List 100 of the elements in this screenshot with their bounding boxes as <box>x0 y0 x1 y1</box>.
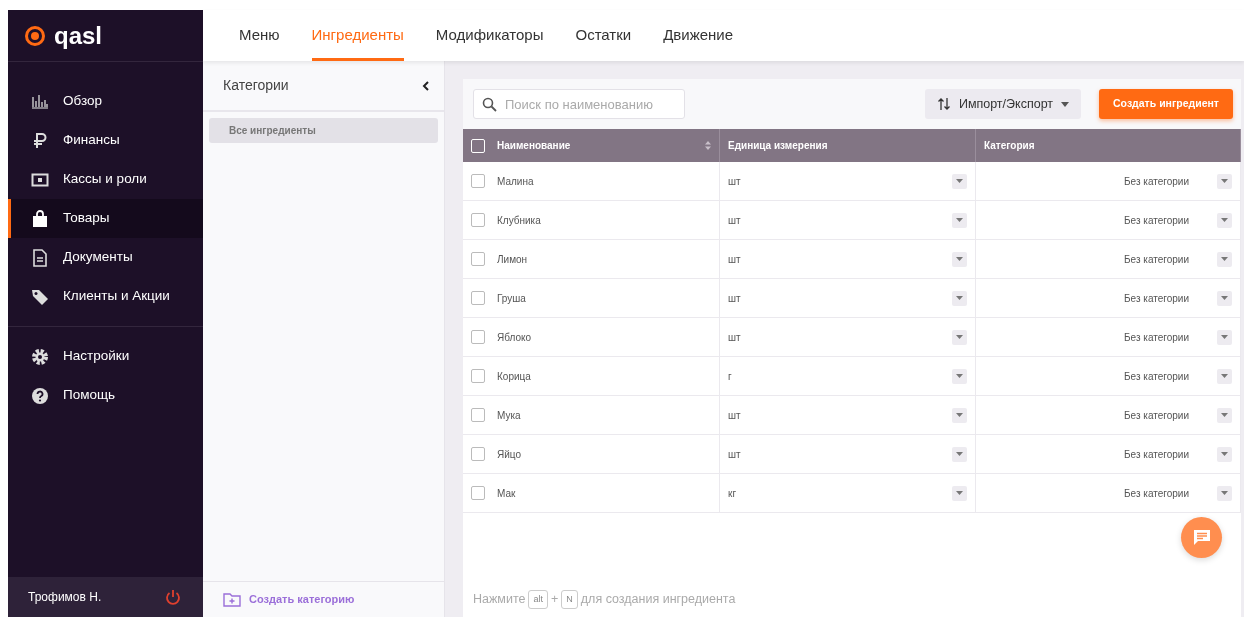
table-cell-text: шт <box>728 174 741 189</box>
logo-icon <box>24 24 46 47</box>
table-cell-text: шт <box>728 291 741 306</box>
import-export-button[interactable]: Импорт/Экспорт <box>924 89 1082 119</box>
dropdown-button[interactable] <box>1217 485 1232 501</box>
sort-arrows-icon <box>936 97 951 111</box>
user-name: Трофимов Н. <box>28 589 102 606</box>
hint-text: Нажмите <box>473 590 526 608</box>
bag-icon <box>31 209 49 228</box>
dropdown-button[interactable] <box>952 290 967 306</box>
table-cell-text: Малина <box>497 174 534 189</box>
caret-icon <box>1221 491 1228 495</box>
table-cell-text: Без категории <box>1124 447 1189 462</box>
tab[interactable]: Модификаторы <box>435 10 544 61</box>
sidebar-item[interactable]: Финансы <box>8 121 203 160</box>
column-header: Наименование <box>497 139 571 153</box>
table-cell-text: шт <box>728 408 741 423</box>
dropdown-button[interactable] <box>1217 251 1232 267</box>
folder-add-icon <box>223 592 241 607</box>
tab[interactable]: Движение <box>663 10 734 61</box>
checkbox[interactable] <box>471 408 485 422</box>
sidebar-item[interactable]: Клиенты и Акции <box>8 277 203 316</box>
table-cell-text: Без категории <box>1124 330 1189 345</box>
sidebar-item[interactable]: Помощь <box>8 376 203 415</box>
search-icon <box>482 97 497 112</box>
dropdown-button[interactable] <box>952 212 967 228</box>
caret-icon <box>1221 257 1228 261</box>
table-cell-text: Без категории <box>1124 291 1189 306</box>
document-icon <box>31 248 49 267</box>
caret-icon <box>956 296 963 300</box>
dropdown-button[interactable] <box>1217 212 1232 228</box>
dropdown-button[interactable] <box>952 329 967 345</box>
dropdown-button[interactable] <box>1217 173 1232 189</box>
table-cell-text: Мак <box>497 486 516 501</box>
caret-icon <box>956 491 963 495</box>
column-header: Категория <box>984 139 1035 153</box>
logo-text: qasl <box>54 23 103 48</box>
caret-icon <box>956 257 963 261</box>
checkbox[interactable] <box>471 447 485 461</box>
table-cell-text: Без категории <box>1124 486 1189 501</box>
sidebar-item[interactable]: Товары <box>8 199 203 238</box>
caret-icon <box>956 218 963 222</box>
table-cell-text: Без категории <box>1124 252 1189 267</box>
checkbox[interactable] <box>471 486 485 500</box>
dropdown-button[interactable] <box>1217 329 1232 345</box>
power-icon[interactable] <box>165 589 181 605</box>
dropdown-button[interactable] <box>952 485 967 501</box>
help-icon <box>31 386 49 405</box>
tag-icon <box>31 287 49 306</box>
caret-icon <box>956 335 963 339</box>
dropdown-button[interactable] <box>952 251 967 267</box>
caret-icon <box>956 374 963 378</box>
create-category-link[interactable]: Создать категорию <box>249 591 355 608</box>
checkbox[interactable] <box>471 330 485 344</box>
table-cell-text: шт <box>728 330 741 345</box>
table-cell-text: Мука <box>497 408 521 423</box>
checkbox[interactable] <box>471 291 485 305</box>
table-cell-text: Клубника <box>497 213 541 228</box>
plus-text: + <box>551 590 559 608</box>
bar-chart-icon <box>31 92 49 111</box>
dropdown-button[interactable] <box>952 407 967 423</box>
key-label: alt <box>528 589 548 609</box>
caret-icon <box>956 413 963 417</box>
table-cell-text: шт <box>728 252 741 267</box>
dropdown-button[interactable] <box>1217 368 1232 384</box>
dropdown-button[interactable] <box>1217 407 1232 423</box>
caret-icon <box>956 179 963 183</box>
dropdown-button[interactable] <box>952 173 967 189</box>
chat-icon <box>1192 529 1211 546</box>
dropdown-button[interactable] <box>1217 290 1232 306</box>
table-cell-text: Яблоко <box>497 330 532 345</box>
dropdown-button[interactable] <box>1217 446 1232 462</box>
ruble-icon <box>31 131 49 150</box>
dropdown-button[interactable] <box>952 368 967 384</box>
collapse-icon[interactable] <box>422 79 430 92</box>
caret-icon <box>1221 296 1228 300</box>
sidebar-item[interactable]: Документы <box>8 238 203 277</box>
sidebar-item[interactable]: Настройки <box>8 337 203 376</box>
tab[interactable]: Меню <box>239 10 280 61</box>
table-cell-text: г <box>728 369 732 384</box>
table-cell-text: Яйцо <box>497 447 521 462</box>
caret-icon <box>1221 452 1228 456</box>
table-cell-text: Без категории <box>1124 369 1189 384</box>
panel-title: Категории <box>223 76 289 95</box>
table-cell-text: шт <box>728 213 741 228</box>
sidebar-item[interactable]: Обзор <box>8 82 203 121</box>
checkbox[interactable] <box>471 369 485 383</box>
tab[interactable]: Остатки <box>575 10 632 61</box>
sidebar-item[interactable]: Кассы и роли <box>8 160 203 199</box>
sort-icon[interactable] <box>705 141 711 150</box>
table-cell-text: шт <box>728 447 741 462</box>
table-cell-text: Без категории <box>1124 174 1189 189</box>
search-field[interactable]: Поиск по наименованию <box>473 89 685 119</box>
checkbox[interactable] <box>471 174 485 188</box>
settings-icon <box>31 347 49 366</box>
column-header: Единица измерения <box>728 139 828 153</box>
checkbox[interactable] <box>471 252 485 266</box>
table-cell-text: кг <box>728 486 737 501</box>
checkbox[interactable] <box>471 213 485 227</box>
dropdown-button[interactable] <box>952 446 967 462</box>
